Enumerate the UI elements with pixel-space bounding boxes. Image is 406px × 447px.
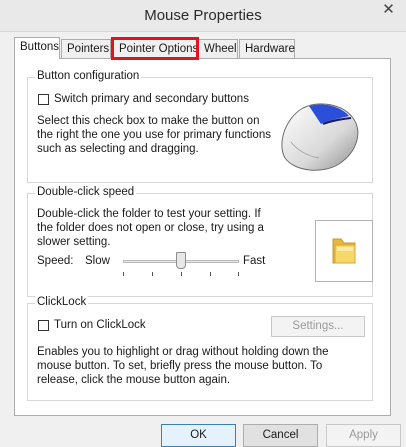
tab-pointers[interactable]: Pointers — [61, 39, 111, 58]
tab-pointer-options[interactable]: Pointer Options — [111, 37, 199, 60]
slider-tick — [210, 272, 211, 276]
fast-label: Fast — [243, 255, 266, 267]
slider-tick — [123, 272, 124, 276]
tab-hardware[interactable]: Hardware — [239, 39, 295, 58]
test-folder-area[interactable] — [315, 220, 373, 282]
apply-button[interactable]: Apply — [326, 424, 401, 447]
clicklock-legend: ClickLock — [35, 296, 89, 308]
speed-label: Speed: — [37, 255, 74, 267]
button-configuration-group: Button configuration Switch primary and … — [27, 70, 373, 183]
switch-buttons-checkbox[interactable] — [38, 94, 49, 105]
double-click-description: Double-click the folder to test your set… — [37, 208, 264, 248]
close-icon[interactable]: ✕ — [375, 0, 402, 20]
title-bar: Mouse Properties ✕ — [0, 0, 406, 32]
ok-button[interactable]: OK — [161, 424, 236, 447]
button-configuration-legend: Button configuration — [35, 70, 142, 82]
double-click-speed-group: Double-click speed Double-click the fold… — [27, 186, 373, 297]
clicklock-description: Enables you to highlight or drag without… — [37, 346, 329, 386]
button-configuration-description: Select this check box to make the button… — [37, 115, 271, 155]
window-title: Mouse Properties — [144, 7, 262, 24]
mouse-icon — [281, 103, 359, 171]
clicklock-label[interactable]: Turn on ClickLock — [54, 318, 146, 332]
tab-wheel[interactable]: Wheel — [198, 39, 238, 58]
tab-panel-buttons: Button configuration Switch primary and … — [14, 58, 391, 416]
clicklock-checkbox[interactable] — [38, 320, 49, 331]
slider-tick — [181, 272, 182, 276]
clicklock-settings-button[interactable]: Settings... — [271, 316, 365, 337]
cancel-button[interactable]: Cancel — [243, 424, 318, 447]
slider-tick — [238, 272, 239, 276]
tab-buttons[interactable]: Buttons — [14, 37, 60, 59]
slow-label: Slow — [85, 255, 110, 267]
double-click-speed-legend: Double-click speed — [35, 186, 137, 198]
folder-icon[interactable] — [329, 235, 359, 267]
slider-tick — [152, 272, 153, 276]
speed-slider-thumb[interactable] — [176, 252, 186, 269]
clicklock-group: ClickLock Turn on ClickLock Settings... … — [27, 296, 373, 401]
switch-buttons-label[interactable]: Switch primary and secondary buttons — [54, 92, 249, 106]
